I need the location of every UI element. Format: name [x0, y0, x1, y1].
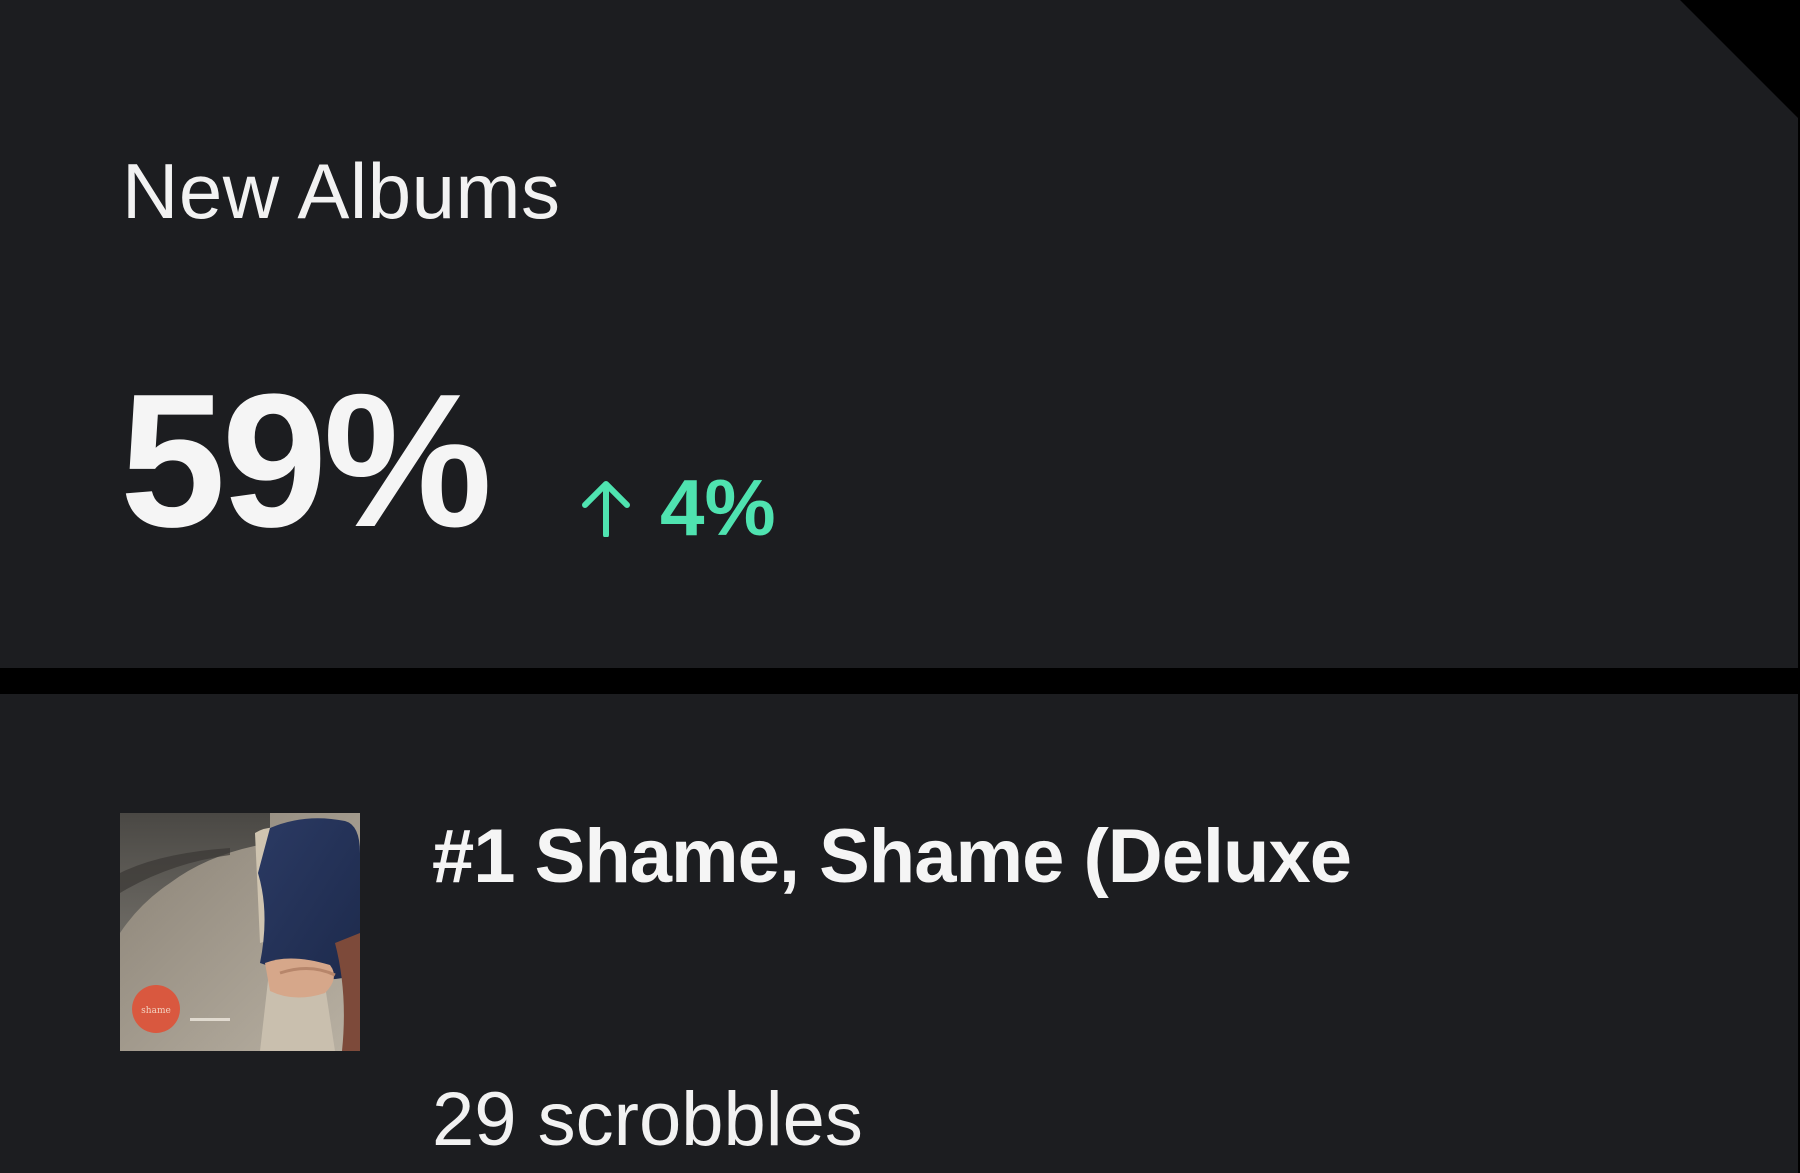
svg-text:shame: shame — [141, 1006, 171, 1016]
album-cover-image: shame — [120, 813, 360, 1051]
section-title: New Albums — [122, 147, 561, 235]
scrobble-count: 29 scrobbles — [432, 1077, 863, 1162]
change-indicator: 4% — [580, 468, 776, 548]
screen: New Albums 59% 4% shame #1 Shame, Shame … — [0, 0, 1800, 1173]
arrow-up-icon — [582, 481, 630, 537]
change-value: 4% — [660, 463, 776, 552]
new-albums-percentage: 59% — [120, 355, 492, 567]
new-albums-card[interactable]: New Albums 59% 4% — [0, 0, 1798, 668]
album-rank-title[interactable]: #1 Shame, Shame (Deluxe — [432, 819, 1352, 895]
album-cover[interactable]: shame — [120, 813, 360, 1051]
